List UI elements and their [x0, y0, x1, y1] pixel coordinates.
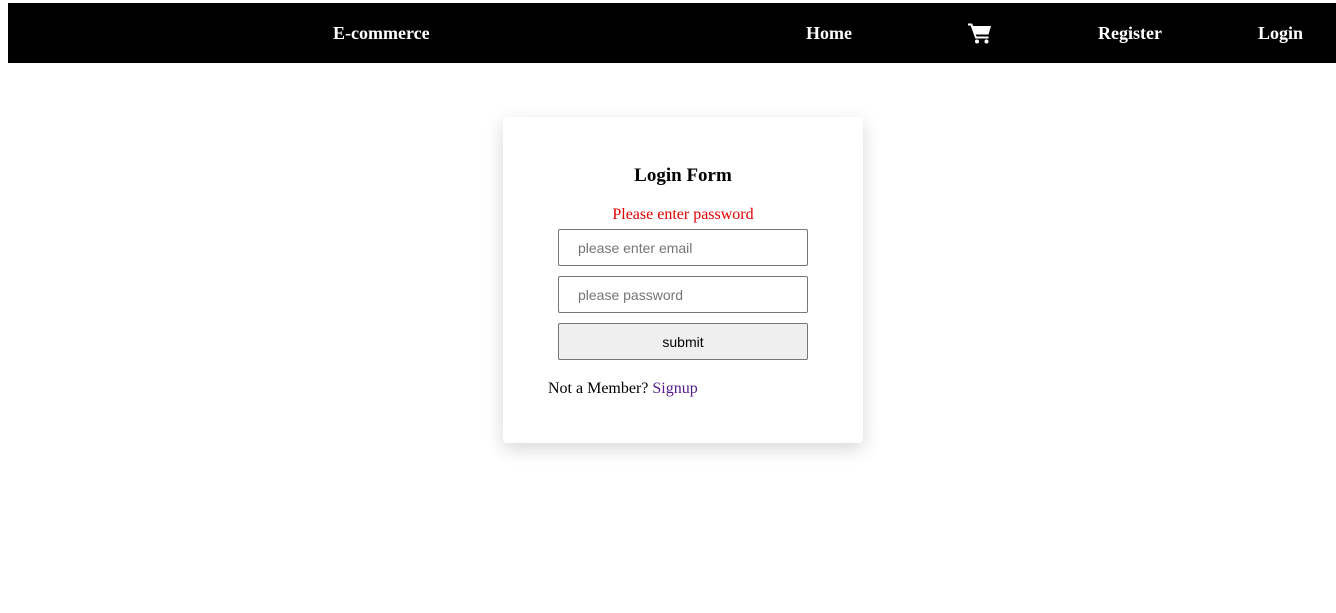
submit-button[interactable]: submit — [558, 323, 808, 360]
nav-login-link[interactable]: Login — [1258, 3, 1303, 63]
signup-prompt: Not a Member? Signup — [548, 380, 698, 398]
shopping-cart-icon-graphic — [968, 23, 991, 44]
signup-link[interactable]: Signup — [652, 380, 697, 397]
password-input[interactable] — [558, 276, 808, 313]
login-card: Login Form Please enter password submit … — [503, 117, 863, 443]
email-input[interactable] — [558, 229, 808, 266]
nav-home-link[interactable]: Home — [806, 3, 852, 63]
brand-link[interactable]: E-commerce — [333, 3, 430, 63]
nav-register-link[interactable]: Register — [1098, 3, 1162, 63]
top-navbar: E-commerce Home Register Login — [8, 3, 1336, 63]
error-message: Please enter password — [612, 206, 754, 223]
shopping-cart-icon[interactable] — [968, 22, 992, 44]
login-form-title: Login Form — [634, 165, 732, 186]
signup-prompt-text: Not a Member? — [548, 380, 649, 397]
